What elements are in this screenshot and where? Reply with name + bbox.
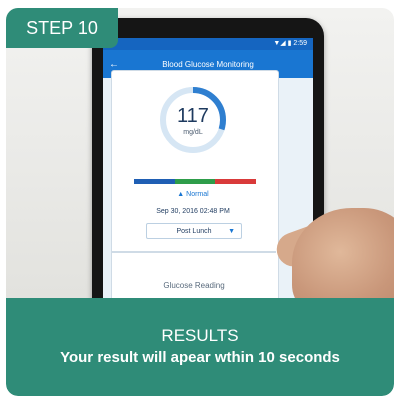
divider [112,251,276,253]
timestamp: Sep 30, 2016 02:48 PM [156,208,230,215]
reading-panel: 117 mg/dL ▲ Normal Sep 30, 2016 02:48 PM… [111,70,279,298]
meal-dropdown-value: Post Lunch [176,227,212,235]
chevron-down-icon: ▼ [228,227,235,235]
glucose-unit: mg/dL [183,129,203,136]
results-banner: RESULTS Your result will apear wthin 10 … [6,298,394,396]
phone-status-bar: ▼◢ ▮ 2:59 [103,38,313,50]
range-high [215,179,257,184]
phone-photo: ▼◢ ▮ 2:59 ← Blood Glucose Monitoring 117… [6,8,394,298]
app-title: Blood Glucose Monitoring [162,59,254,69]
glucose-value: 117 [177,105,209,127]
back-arrow-icon[interactable]: ← [103,59,125,70]
range-low [134,179,175,184]
meal-dropdown[interactable]: Post Lunch ▼ [146,223,242,239]
range-bar [134,179,257,184]
banner-title: RESULTS [161,326,239,345]
step-card: ▼◢ ▮ 2:59 ← Blood Glucose Monitoring 117… [6,8,394,396]
range-normal [174,179,216,184]
section-label: Glucose Reading [163,281,225,290]
step-badge: STEP 10 [6,8,118,48]
status-text: ▲ Normal [177,191,209,198]
banner-subtitle: Your result will apear wthin 10 seconds [60,349,340,366]
